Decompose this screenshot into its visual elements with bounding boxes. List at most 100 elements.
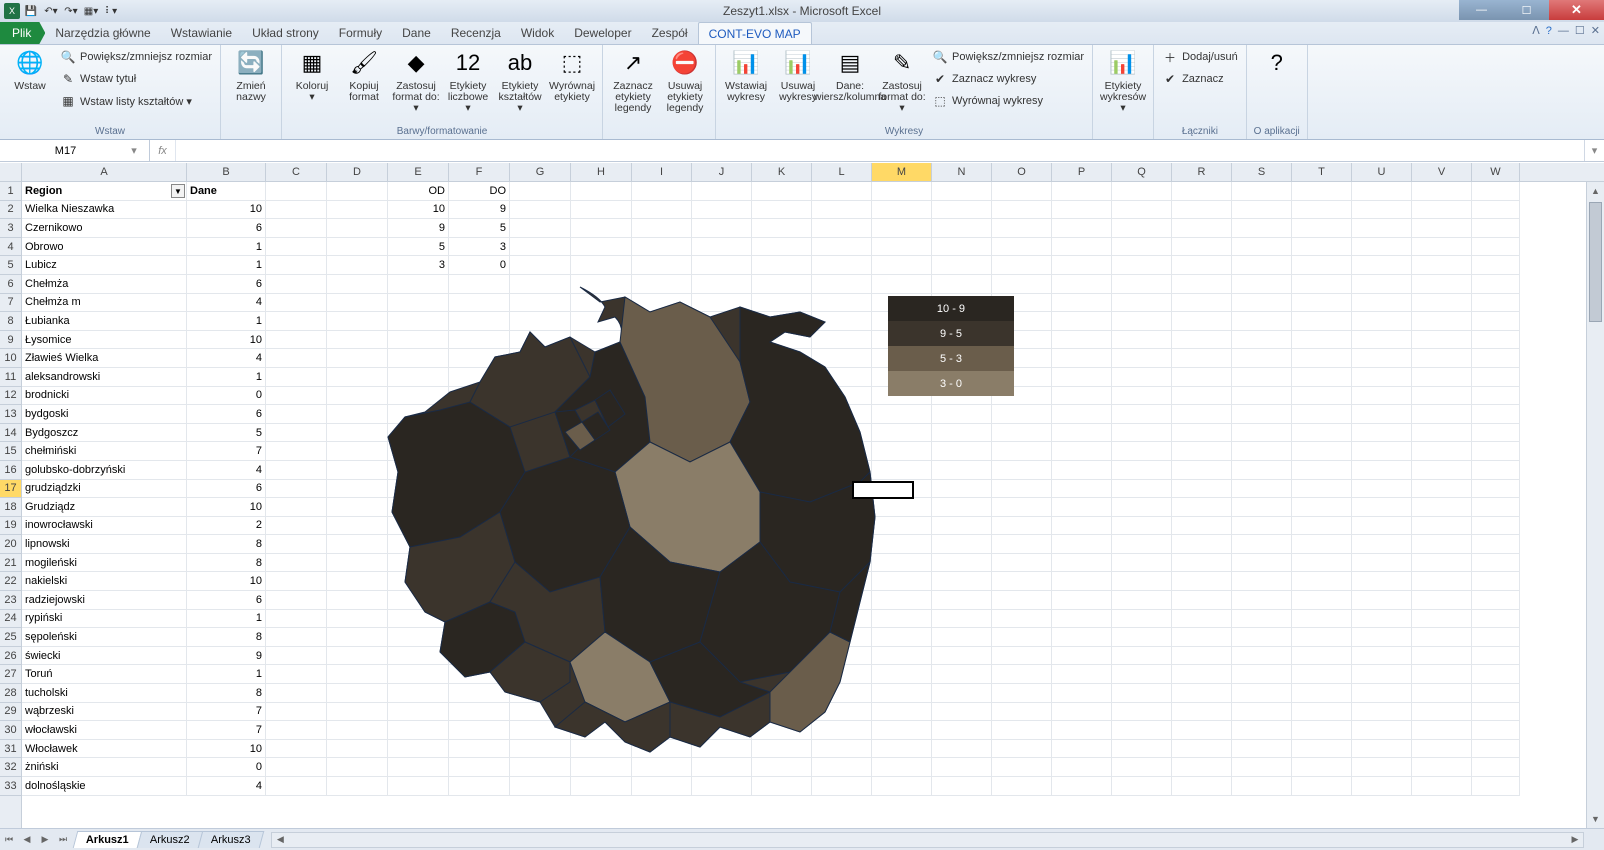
cell[interactable] bbox=[1172, 498, 1232, 517]
cell[interactable] bbox=[932, 554, 992, 573]
cell[interactable]: 8 bbox=[187, 628, 266, 647]
cell[interactable] bbox=[1052, 201, 1112, 220]
cell[interactable] bbox=[992, 535, 1052, 554]
column-header[interactable]: R bbox=[1172, 163, 1232, 181]
cell[interactable] bbox=[992, 591, 1052, 610]
cell[interactable] bbox=[932, 758, 992, 777]
row-header[interactable]: 13 bbox=[0, 405, 21, 424]
cell[interactable] bbox=[872, 238, 932, 257]
cell[interactable] bbox=[1352, 294, 1412, 313]
cell[interactable] bbox=[1112, 777, 1172, 796]
cell[interactable] bbox=[1112, 758, 1172, 777]
row-header[interactable]: 10 bbox=[0, 349, 21, 368]
cell[interactable] bbox=[1052, 721, 1112, 740]
cell[interactable] bbox=[1112, 535, 1172, 554]
cell[interactable] bbox=[1292, 442, 1352, 461]
cell[interactable] bbox=[266, 758, 327, 777]
ribbon-button[interactable]: ⛔Usuwaj etykiety legendy bbox=[661, 47, 709, 114]
cell[interactable] bbox=[571, 256, 632, 275]
cell[interactable] bbox=[1172, 275, 1232, 294]
column-header[interactable]: L bbox=[812, 163, 872, 181]
cell[interactable] bbox=[932, 610, 992, 629]
row-header[interactable]: 3 bbox=[0, 219, 21, 238]
row-header[interactable]: 14 bbox=[0, 424, 21, 443]
cell[interactable] bbox=[1292, 703, 1352, 722]
cell[interactable]: 4 bbox=[187, 777, 266, 796]
cell[interactable] bbox=[1352, 442, 1412, 461]
cell[interactable] bbox=[1472, 294, 1520, 313]
sheet-tab[interactable]: Arkusz1 bbox=[73, 831, 142, 848]
ribbon-small-button[interactable]: ✔Zaznacz bbox=[1160, 69, 1240, 89]
cell[interactable] bbox=[266, 387, 327, 406]
cell[interactable] bbox=[266, 312, 327, 331]
doc-restore-icon[interactable]: ☐ bbox=[1575, 24, 1585, 37]
cell[interactable] bbox=[1352, 219, 1412, 238]
cell[interactable] bbox=[1292, 684, 1352, 703]
qat-customize-icon[interactable]: ⠇▾ bbox=[102, 2, 120, 20]
cell[interactable] bbox=[1052, 405, 1112, 424]
cell[interactable] bbox=[1472, 498, 1520, 517]
cell[interactable]: 1 bbox=[187, 238, 266, 257]
cell[interactable] bbox=[1052, 572, 1112, 591]
ribbon-tab[interactable]: Wstawianie bbox=[161, 22, 242, 44]
ribbon-tab[interactable]: Widok bbox=[511, 22, 564, 44]
column-header[interactable]: E bbox=[388, 163, 449, 181]
cell[interactable]: 5 bbox=[449, 219, 510, 238]
row-header[interactable]: 8 bbox=[0, 312, 21, 331]
cell[interactable] bbox=[266, 349, 327, 368]
cell[interactable] bbox=[1472, 238, 1520, 257]
ribbon-button[interactable]: 🌐Wstaw bbox=[6, 47, 54, 92]
sheet-nav-first-icon[interactable]: ⏮ bbox=[0, 831, 18, 849]
row-header[interactable]: 33 bbox=[0, 777, 21, 796]
cell[interactable]: Bydgoszcz bbox=[22, 424, 187, 443]
cell[interactable] bbox=[1292, 238, 1352, 257]
cell[interactable] bbox=[1112, 610, 1172, 629]
cell[interactable] bbox=[1172, 572, 1232, 591]
row-header[interactable]: 5 bbox=[0, 256, 21, 275]
ribbon-tab[interactable]: Układ strony bbox=[242, 22, 329, 44]
cell[interactable] bbox=[1352, 238, 1412, 257]
cell[interactable] bbox=[266, 498, 327, 517]
cell[interactable] bbox=[1472, 368, 1520, 387]
cell[interactable] bbox=[1472, 405, 1520, 424]
cell[interactable] bbox=[510, 201, 571, 220]
row-header[interactable]: 29 bbox=[0, 703, 21, 722]
cell[interactable] bbox=[1052, 777, 1112, 796]
map-shape[interactable] bbox=[370, 282, 890, 772]
cell[interactable]: Czernikowo bbox=[22, 219, 187, 238]
cell[interactable] bbox=[1172, 703, 1232, 722]
column-header[interactable]: C bbox=[266, 163, 327, 181]
cell[interactable] bbox=[1172, 721, 1232, 740]
column-header[interactable]: P bbox=[1052, 163, 1112, 181]
ribbon-small-button[interactable]: ✎Wstaw tytuł bbox=[58, 69, 214, 89]
cell[interactable] bbox=[992, 554, 1052, 573]
cell[interactable] bbox=[812, 201, 872, 220]
cell[interactable] bbox=[932, 275, 992, 294]
cell[interactable] bbox=[1232, 331, 1292, 350]
cell[interactable] bbox=[1292, 368, 1352, 387]
cell[interactable] bbox=[932, 591, 992, 610]
cell[interactable]: Chełmża m bbox=[22, 294, 187, 313]
legend-row[interactable]: 10 - 9 bbox=[888, 296, 1014, 321]
cell[interactable] bbox=[1172, 554, 1232, 573]
cell[interactable] bbox=[992, 665, 1052, 684]
cell[interactable] bbox=[266, 554, 327, 573]
cell[interactable] bbox=[1472, 461, 1520, 480]
cell[interactable] bbox=[1232, 182, 1292, 201]
qat-redo-icon[interactable]: ↷▾ bbox=[62, 2, 80, 20]
row-header[interactable]: 4 bbox=[0, 238, 21, 257]
cell[interactable] bbox=[1412, 610, 1472, 629]
cell[interactable] bbox=[1472, 387, 1520, 406]
doc-minimize-icon[interactable]: — bbox=[1558, 25, 1569, 37]
cell[interactable]: 7 bbox=[187, 703, 266, 722]
row-header[interactable]: 2 bbox=[0, 201, 21, 220]
cell[interactable] bbox=[1352, 461, 1412, 480]
cell[interactable] bbox=[1472, 442, 1520, 461]
cell[interactable] bbox=[1292, 480, 1352, 499]
cell[interactable] bbox=[932, 517, 992, 536]
cell[interactable] bbox=[1352, 591, 1412, 610]
cell[interactable]: 1 bbox=[187, 368, 266, 387]
cell[interactable] bbox=[1172, 461, 1232, 480]
row-header[interactable]: 32 bbox=[0, 758, 21, 777]
cell[interactable] bbox=[872, 777, 932, 796]
